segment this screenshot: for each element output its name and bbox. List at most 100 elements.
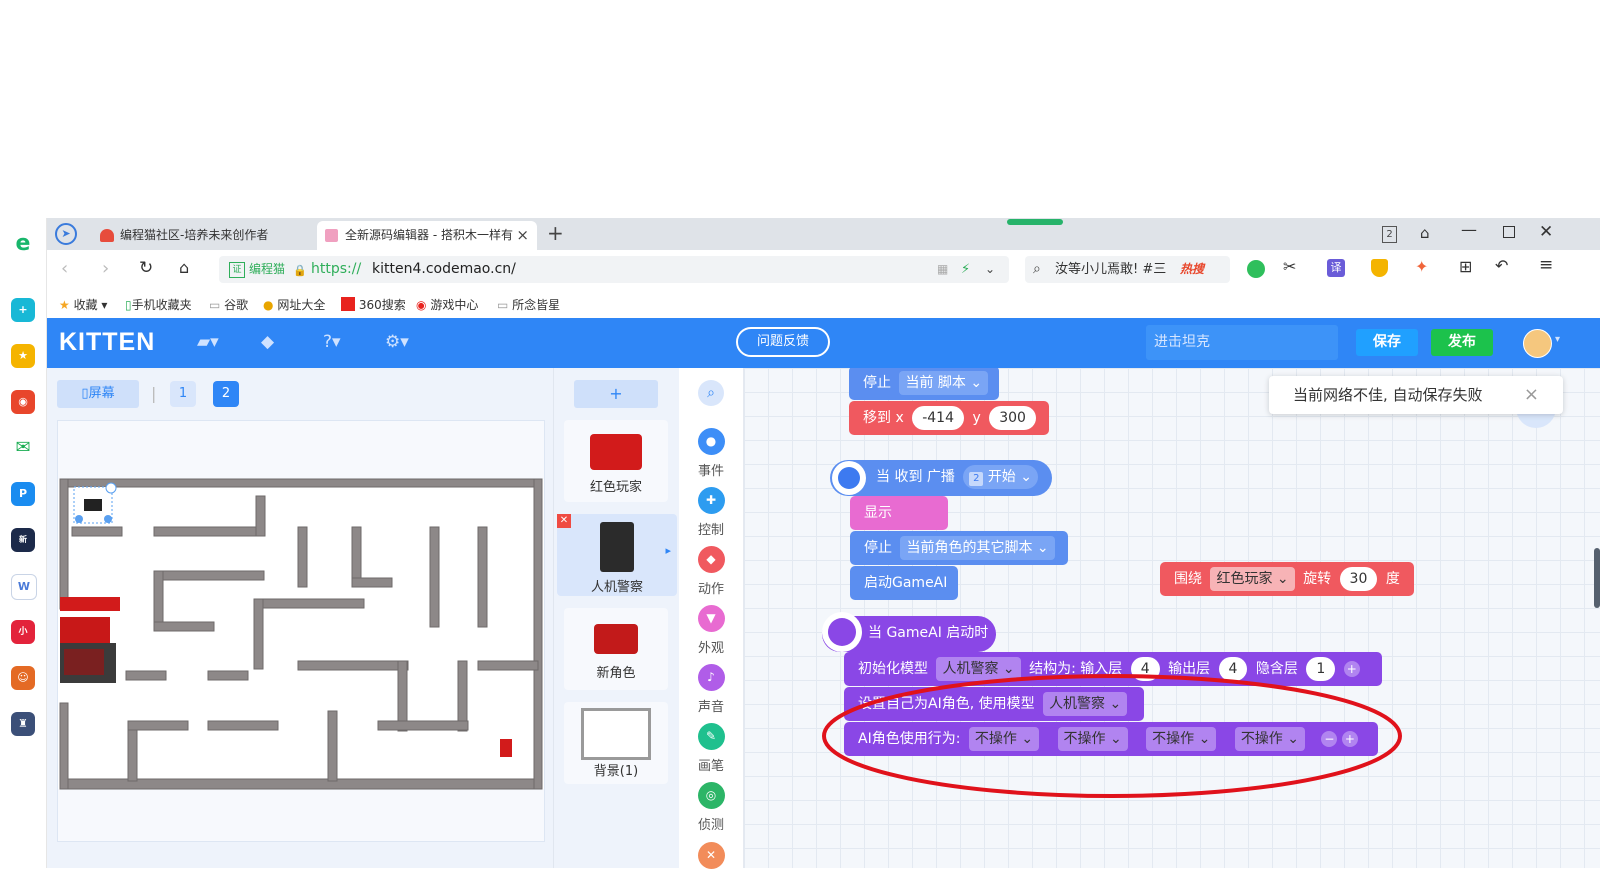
qr-icon[interactable]: ▦ [937, 256, 948, 283]
bookmark-mobile[interactable]: ▯手机收藏夹 [125, 296, 192, 313]
category-sound[interactable]: ♪ 声音 [679, 664, 743, 715]
video-app-icon[interactable]: 小 [11, 620, 35, 644]
reload-icon[interactable]: ↻ [139, 258, 153, 278]
new-tab-button[interactable]: + [547, 221, 564, 245]
close-tab-icon[interactable]: × [516, 221, 529, 250]
category-pen[interactable]: ✎ 画笔 [679, 723, 743, 774]
broadcast-dropdown[interactable]: 2 开始 ⌄ [963, 465, 1038, 489]
sprite-red-player[interactable]: 红色玩家 [564, 420, 668, 502]
shield-icon[interactable] [1371, 259, 1388, 277]
chevron-down-icon[interactable]: ▾ [1555, 334, 1560, 345]
police-sprite-small [500, 739, 512, 757]
save-button[interactable]: 保存 [1356, 329, 1418, 356]
screen-button[interactable]: ▯屏幕 [57, 380, 139, 408]
rotate-around-block[interactable]: 围绕 红色玩家 ⌄ 旋转 30 度 [1160, 562, 1414, 596]
page-1-button[interactable]: 1 [170, 381, 196, 407]
mail-icon[interactable]: ✉ [11, 436, 35, 460]
drag-handle[interactable] [1007, 219, 1063, 225]
category-looks[interactable]: ▼ 外观 [679, 605, 743, 656]
translate-icon[interactable]: 译 [1327, 259, 1345, 277]
project-name-input[interactable]: 进击坦克 [1146, 325, 1338, 360]
bookmark-google[interactable]: ▭ 谷歌 [209, 296, 248, 313]
app-header: KITTEN ▰▾ ◆ ?▾ ⚙▾ 问题反馈 进击坦克 保存 发布 ▾ [47, 318, 1600, 368]
bookmark-games[interactable]: ◉ 游戏中心 [416, 296, 478, 313]
star-app-icon[interactable]: ★ [11, 344, 35, 368]
lightning-icon[interactable]: ⚡ [961, 256, 970, 283]
category-operators[interactable]: ✕ [679, 842, 743, 874]
sprite-new[interactable]: 新角色 [564, 608, 668, 690]
restore-icon[interactable] [1503, 226, 1515, 238]
stop-other-dropdown[interactable]: 当前角色的其它脚本 ⌄ [900, 536, 1055, 560]
grid-icon[interactable]: ⊞ [1459, 257, 1472, 276]
url-input[interactable]: 证 编程猫 🔒 https:// kitten4.codemao.cn/ ▦ ⚡… [219, 256, 1009, 283]
chevron-down-icon[interactable]: ⌄ [985, 256, 995, 283]
bookmark-favorites[interactable]: ★ 收藏 ▾ [59, 296, 107, 313]
when-receive-broadcast-block[interactable]: 当 收到 广播 2 开始 ⌄ [830, 460, 1052, 496]
stage-canvas[interactable] [57, 420, 545, 842]
feedback-button[interactable]: 问题反馈 [736, 327, 830, 357]
forward-icon[interactable]: › [102, 258, 109, 279]
avatar[interactable] [1523, 329, 1552, 358]
scrollbar[interactable] [1594, 548, 1600, 608]
page-icon: ▭ [209, 298, 221, 312]
document-app-icon[interactable]: W [11, 574, 37, 600]
p-app-icon[interactable]: P [11, 482, 35, 506]
home-icon[interactable]: ⌂ [179, 258, 189, 277]
weibo-icon[interactable]: ◉ [11, 390, 35, 414]
help-icon[interactable]: ?▾ [323, 332, 341, 352]
close-toast-icon[interactable]: × [1524, 376, 1539, 414]
lock-icon: 🔒 [293, 264, 307, 277]
tab-community[interactable]: 编程猫社区-培养未来创作者 [92, 221, 352, 250]
stop-block[interactable]: 停止 当前 脚本 ⌄ [849, 368, 999, 400]
category-events[interactable]: ● 事件 [679, 428, 743, 479]
x-input[interactable]: -414 [912, 406, 964, 430]
stop-other-scripts-block[interactable]: 停止 当前角色的其它脚本 ⌄ [850, 531, 1068, 565]
when-gameai-starts-block[interactable]: 当 GameAI 启动时 [822, 612, 996, 652]
code-workspace[interactable]: 停止 当前 脚本 ⌄ 移到 x -414 y 300 当 收到 广播 2 开始 … [744, 368, 1600, 868]
move-to-block[interactable]: 移到 x -414 y 300 [849, 401, 1049, 435]
bookmark-hao[interactable]: ● 网址大全 [263, 296, 325, 313]
undo-icon[interactable]: ↶ [1495, 256, 1508, 275]
start-gameai-block[interactable]: 启动GameAI [850, 566, 958, 600]
category-sensing[interactable]: ◎ 侦测 [679, 782, 743, 833]
folder-icon[interactable]: ▰▾ [197, 332, 219, 352]
browser-logo-icon[interactable]: e [11, 232, 35, 256]
publish-button[interactable]: 发布 [1431, 329, 1493, 356]
degree-input[interactable]: 30 [1339, 567, 1378, 591]
tab-editor[interactable]: 全新源码编辑器 - 搭积木一样有 × [317, 221, 537, 250]
back-icon[interactable]: ‹ [61, 258, 68, 279]
stop-target-dropdown[interactable]: 当前 脚本 ⌄ [899, 371, 989, 395]
sprite-background[interactable]: 背景(1) [564, 702, 668, 784]
bookmark-star[interactable]: ▭ 所念皆星 [497, 296, 560, 313]
kitten-logo[interactable]: KITTEN [59, 328, 155, 357]
hot-search-label[interactable]: 热搜 [1180, 256, 1204, 283]
tab-counter[interactable]: 2 [1382, 226, 1397, 243]
news-app-icon[interactable]: 新 [11, 528, 35, 552]
y-input[interactable]: 300 [989, 406, 1036, 430]
search-blocks-icon[interactable]: ⌕ [698, 380, 724, 406]
menu-icon[interactable]: ≡ [1539, 255, 1553, 275]
category-motion[interactable]: ◆ 动作 [679, 546, 743, 597]
scissors-icon[interactable]: ✂ [1283, 257, 1296, 276]
minimize-icon[interactable]: — [1461, 220, 1477, 239]
show-block[interactable]: 显示 [850, 496, 948, 530]
bookmark-360search[interactable]: 360搜索 [341, 296, 406, 313]
add-sprite-button[interactable]: + [574, 380, 658, 408]
plus-app-icon[interactable]: + [11, 298, 35, 322]
category-control[interactable]: ✚ 控制 [679, 487, 743, 538]
chevron-right-icon[interactable]: ▸ [665, 544, 671, 557]
gamepad-icon[interactable]: ✦ [1415, 257, 1428, 276]
game-app-icon[interactable]: ☺ [11, 666, 35, 690]
game2-app-icon[interactable]: ♜ [11, 712, 35, 736]
close-window-icon[interactable]: ✕ [1539, 222, 1553, 242]
sprite-ai-police[interactable]: ✕ 人机警察 ▸ [557, 514, 677, 596]
backpack-icon[interactable]: ◆ [261, 332, 274, 352]
delete-sprite-icon[interactable]: ✕ [557, 514, 571, 528]
navigate-icon[interactable]: ➤ [55, 223, 77, 245]
search-input[interactable]: ⌕ 汝等小儿焉敢! #三 热搜 [1025, 256, 1230, 283]
gear-icon[interactable]: ⚙▾ [385, 332, 409, 352]
extension-icon[interactable] [1247, 260, 1265, 278]
page-2-button[interactable]: 2 [213, 381, 239, 407]
rotate-target-dropdown[interactable]: 红色玩家 ⌄ [1210, 567, 1295, 591]
shirt-icon[interactable]: ⌂ [1420, 224, 1430, 242]
